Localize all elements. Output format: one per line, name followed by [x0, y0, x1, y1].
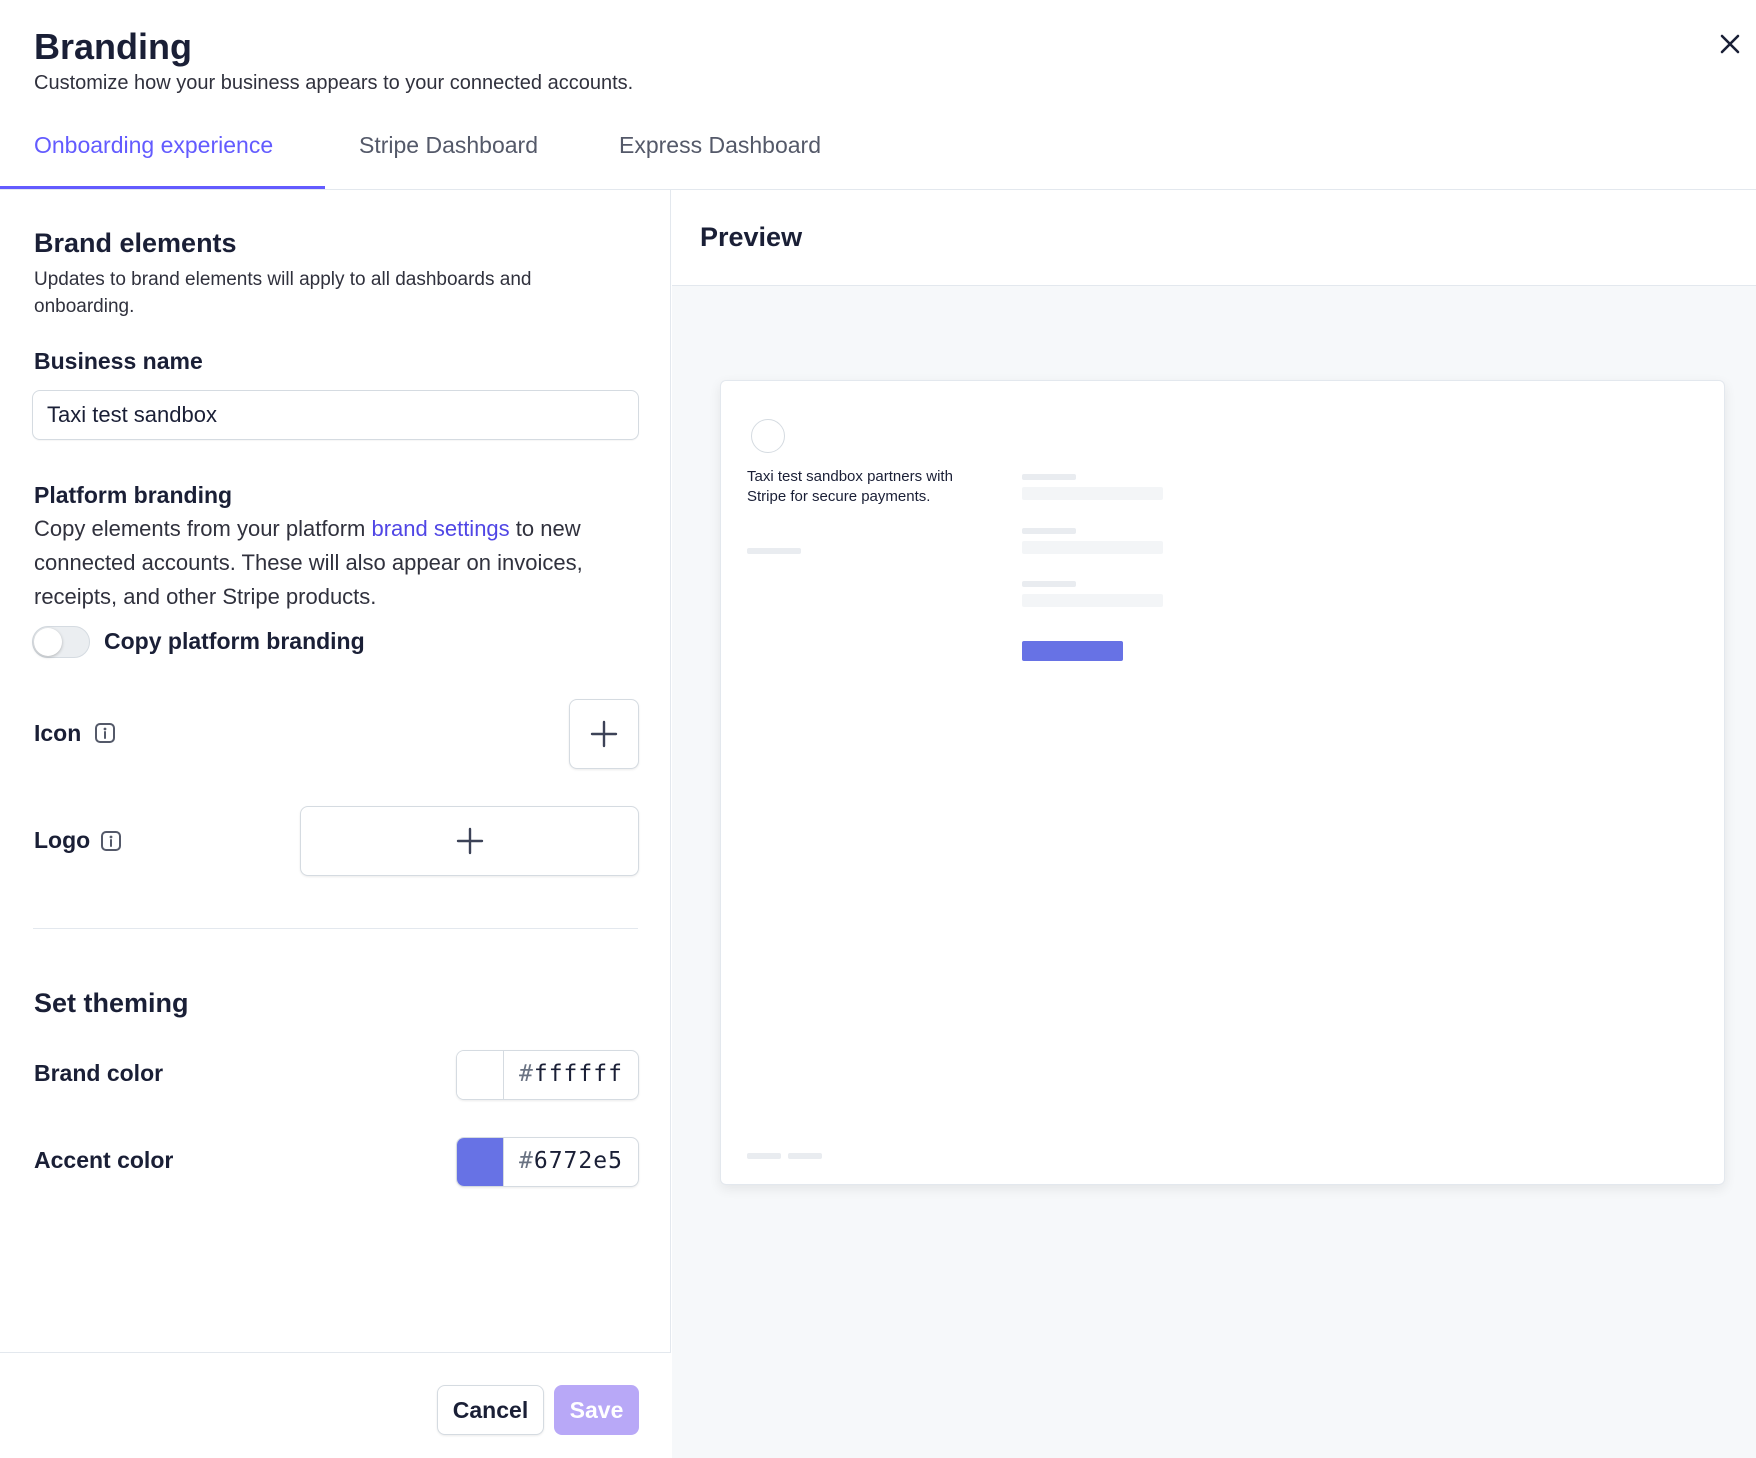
brand-color-hex[interactable]: #ffffff: [519, 1061, 623, 1087]
placeholder-label: [1022, 528, 1076, 534]
set-theming-title: Set theming: [34, 988, 189, 1018]
logo-upload-button[interactable]: [300, 806, 639, 876]
preview-card: Taxi test sandbox partners with Stripe f…: [720, 380, 1725, 1185]
tab-express-dashboard[interactable]: Express Dashboard: [619, 132, 821, 159]
placeholder-field: [1022, 594, 1163, 607]
close-icon[interactable]: [1716, 30, 1744, 58]
section-divider: [33, 928, 638, 929]
toggle-knob: [34, 628, 62, 656]
hash-symbol: #: [519, 1061, 534, 1087]
placeholder-footer-line: [747, 1153, 781, 1159]
info-icon[interactable]: [94, 722, 116, 744]
icon-upload-button[interactable]: [569, 699, 639, 769]
brand-color-picker[interactable]: #ffffff: [456, 1050, 639, 1100]
tab-stripe-dashboard[interactable]: Stripe Dashboard: [359, 132, 538, 159]
placeholder-field: [1022, 487, 1163, 500]
page-subtitle: Customize how your business appears to y…: [34, 72, 634, 94]
preview-panel: Preview Taxi test sandbox partners with …: [672, 190, 1756, 1458]
active-tab-indicator: [0, 186, 325, 189]
logo-label: Logo: [34, 827, 91, 853]
business-name-label: Business name: [34, 348, 203, 374]
accent-color-label: Accent color: [34, 1147, 174, 1173]
page-title: Branding: [34, 26, 192, 67]
preview-button: [1022, 641, 1123, 661]
tab-onboarding-experience[interactable]: Onboarding experience: [34, 132, 273, 159]
brand-elements-description: Updates to brand elements will apply to …: [34, 269, 532, 317]
accent-color-swatch[interactable]: [457, 1138, 504, 1186]
business-name-input[interactable]: [32, 390, 639, 440]
placeholder-label: [1022, 581, 1076, 587]
placeholder-footer-line: [788, 1153, 822, 1159]
cancel-button[interactable]: Cancel: [437, 1385, 544, 1435]
hash-symbol: #: [519, 1148, 534, 1174]
save-button[interactable]: Save: [554, 1385, 639, 1435]
tab-bar: Onboarding experience Stripe Dashboard E…: [0, 128, 900, 190]
copy-platform-branding-label: Copy platform branding: [104, 628, 365, 654]
brand-color-label: Brand color: [34, 1060, 164, 1086]
preview-header: Preview: [672, 190, 1756, 286]
placeholder-line: [747, 548, 801, 554]
modal-footer: Cancel Save: [0, 1352, 671, 1458]
brand-color-value: ffffff: [533, 1061, 623, 1087]
modal-header: Branding Customize how your business app…: [0, 0, 1756, 190]
platform-branding-text-before: Copy elements from your platform: [34, 516, 372, 541]
placeholder-label: [1022, 474, 1076, 480]
preview-icon-placeholder: [751, 419, 785, 453]
preview-card-text: Taxi test sandbox partners with Stripe f…: [747, 468, 953, 505]
accent-color-value: 6772e5: [533, 1148, 623, 1174]
settings-panel: Brand elements Updates to brand elements…: [0, 190, 671, 1458]
icon-label: Icon: [34, 720, 82, 746]
plus-icon: [456, 827, 483, 855]
platform-branding-label: Platform branding: [34, 482, 233, 508]
brand-settings-link[interactable]: brand settings: [371, 516, 509, 541]
accent-color-hex[interactable]: #6772e5: [519, 1148, 623, 1174]
platform-branding-description: Copy elements from your platform brand s…: [34, 512, 644, 614]
info-icon[interactable]: [100, 830, 122, 852]
brand-color-swatch[interactable]: [457, 1051, 504, 1099]
placeholder-field: [1022, 541, 1163, 554]
brand-elements-title: Brand elements: [34, 228, 237, 258]
plus-icon: [590, 720, 618, 748]
preview-title: Preview: [700, 222, 803, 252]
accent-color-picker[interactable]: #6772e5: [456, 1137, 639, 1187]
copy-platform-branding-toggle[interactable]: [32, 626, 90, 658]
